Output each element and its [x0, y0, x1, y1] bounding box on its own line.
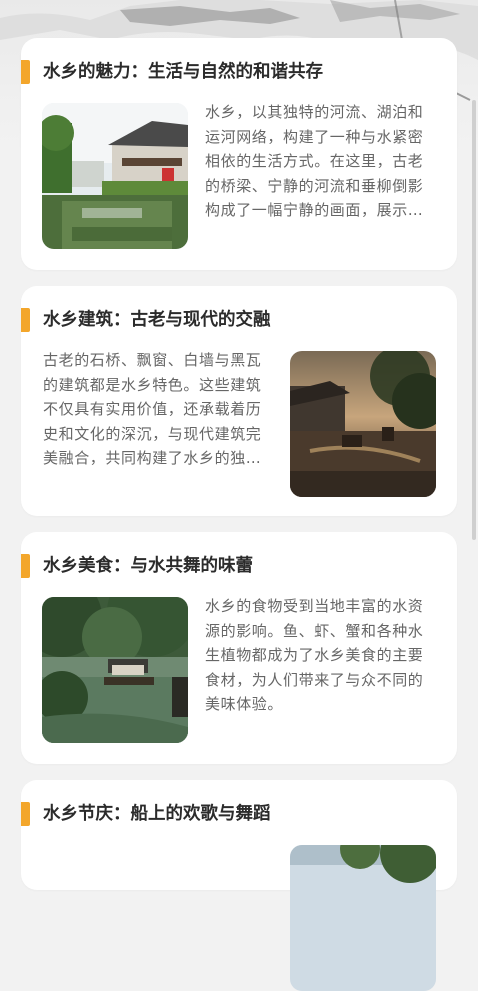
- card-header: 水乡建筑：古老与现代的交融: [21, 308, 457, 332]
- article-card[interactable]: 水乡的魅力：生活与自然的和谐共存 水乡，以其独特的河流、湖泊和运河网络，构建了一: [21, 38, 457, 270]
- title-accent-bar: [21, 308, 30, 332]
- card-header: 水乡节庆：船上的欢歌与舞蹈: [21, 802, 457, 826]
- article-thumbnail[interactable]: [290, 351, 436, 497]
- article-title[interactable]: 水乡美食：与水共舞的味蕾: [43, 554, 253, 578]
- article-description: 水乡的食物受到当地丰富的水资源的影响。鱼、虾、蟹和各种水生植物都成为了水乡美食的…: [205, 597, 424, 713]
- article-card[interactable]: 水乡美食：与水共舞的味蕾 水乡的食物受到当地丰富的水资源的影响。鱼、虾、蟹和各种…: [21, 532, 457, 764]
- article-description: 水乡，以其独特的河流、湖泊和运河网络，构建了一种与水紧密相依的生活方式。在这里，…: [205, 103, 424, 219]
- article-card[interactable]: 水乡建筑：古老与现代的交融 古老的石桥、飘窗、白墙与黑瓦的建筑都是水乡特色。这些…: [21, 286, 457, 516]
- article-card[interactable]: 水乡节庆：船上的欢歌与舞蹈: [21, 780, 457, 991]
- article-title[interactable]: 水乡的魅力：生活与自然的和谐共存: [43, 60, 323, 84]
- article-title[interactable]: 水乡节庆：船上的欢歌与舞蹈: [43, 802, 271, 826]
- title-accent-bar: [21, 554, 30, 578]
- article-thumbnail[interactable]: [42, 597, 188, 743]
- card-header: 水乡美食：与水共舞的味蕾: [21, 554, 457, 578]
- article-thumbnail[interactable]: [290, 845, 436, 991]
- card-header: 水乡的魅力：生活与自然的和谐共存: [21, 60, 457, 84]
- scrollbar[interactable]: [472, 100, 476, 540]
- article-description: 古老的石桥、飘窗、白墙与黑瓦的建筑都是水乡特色。这些建筑不仅具有实用价值，还承载…: [43, 351, 262, 467]
- title-accent-bar: [21, 802, 30, 826]
- article-title[interactable]: 水乡建筑：古老与现代的交融: [43, 308, 271, 332]
- article-thumbnail[interactable]: [42, 103, 188, 249]
- title-accent-bar: [21, 60, 30, 84]
